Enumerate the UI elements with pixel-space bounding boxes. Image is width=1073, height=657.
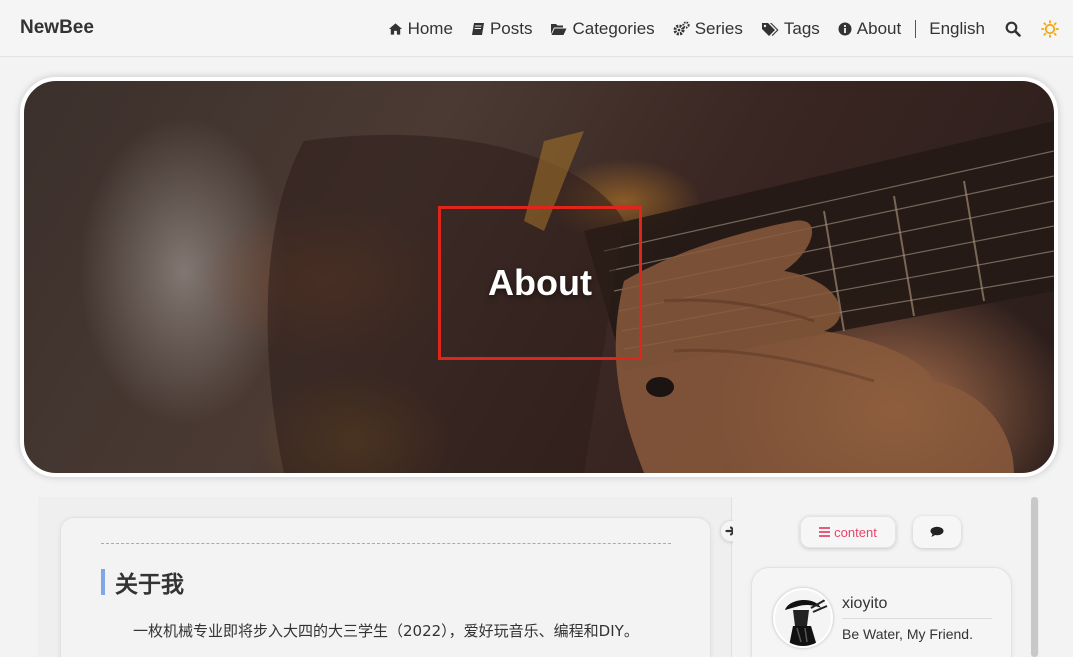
nav-item-about[interactable]: About — [838, 19, 901, 39]
home-icon — [388, 22, 402, 35]
profile-motto: Be Water, My Friend. — [842, 626, 973, 642]
avatar-image — [775, 590, 831, 646]
book-icon — [471, 22, 484, 35]
comment-icon — [930, 526, 944, 537]
sun-icon — [1041, 19, 1059, 38]
language-switcher[interactable]: English — [929, 19, 985, 39]
info-circle-icon — [838, 22, 852, 35]
dashed-divider — [101, 543, 671, 544]
avatar[interactable] — [773, 588, 833, 648]
hero-title-highlight: About — [438, 206, 642, 360]
tab-content-label: content — [834, 524, 877, 540]
tags-icon — [761, 22, 779, 36]
nav-menu: Home Posts Categories Series Tags About … — [370, 0, 1059, 57]
site-brand[interactable]: NewBee — [20, 17, 94, 39]
cogs-icon — [673, 21, 690, 36]
nav-item-home[interactable]: Home — [388, 19, 453, 39]
nav-item-tags[interactable]: Tags — [761, 19, 820, 39]
search-icon — [1005, 21, 1021, 37]
nav-divider — [915, 19, 917, 38]
nav-item-posts[interactable]: Posts — [471, 18, 533, 39]
theme-toggle-button[interactable] — [1041, 19, 1059, 38]
nav-item-label: Series — [694, 18, 743, 38]
sidebar-scrollbar-thumb[interactable] — [1031, 497, 1038, 657]
page-title: About — [488, 262, 592, 303]
tab-content[interactable]: content — [800, 516, 896, 548]
nav-item-series[interactable]: Series — [673, 19, 743, 39]
nav-item-label: Categories — [572, 18, 655, 38]
profile-name[interactable]: xioyito — [842, 595, 887, 613]
top-navbar: NewBee Home Posts Categories Series Tags… — [0, 0, 1073, 57]
hero-banner: About — [20, 77, 1058, 477]
folder-open-icon — [551, 23, 567, 35]
profile-card: xioyito Be Water, My Friend. — [751, 567, 1012, 657]
profile-divider — [842, 618, 992, 619]
nav-item-categories[interactable]: Categories — [550, 18, 655, 39]
heading-text: 关于我 — [115, 572, 184, 598]
heading-accent-bar — [101, 569, 105, 595]
nav-item-label: Home — [407, 18, 453, 38]
nav-item-label: Posts — [489, 18, 533, 38]
article-heading: 关于我 — [101, 565, 184, 599]
article-paragraph: 一枚机械专业即将步入大四的大三学生（2022），爱好玩音乐、编程和DIY。 — [133, 622, 639, 640]
nav-item-label: About — [856, 18, 902, 38]
article-card: 关于我 一枚机械专业即将步入大四的大三学生（2022），爱好玩音乐、编程和DIY… — [60, 517, 711, 657]
nav-item-label: Tags — [783, 18, 820, 38]
tab-comments[interactable] — [913, 516, 961, 548]
list-icon — [819, 527, 831, 537]
search-button[interactable] — [1005, 21, 1021, 37]
